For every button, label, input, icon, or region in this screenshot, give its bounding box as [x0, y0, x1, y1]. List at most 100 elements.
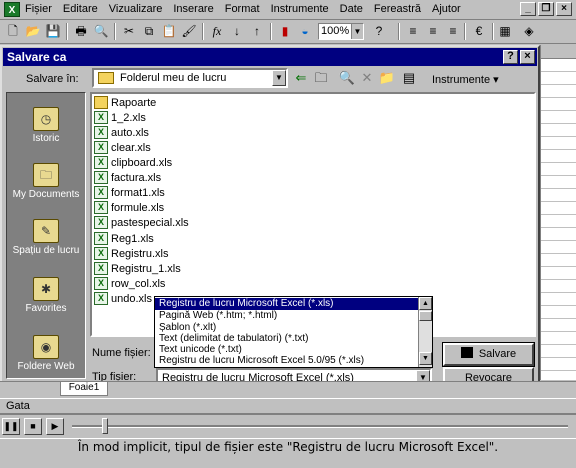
file-type-option[interactable]: Registru de lucru Microsoft Excel (*.xls…: [155, 298, 418, 310]
chevron-down-icon[interactable]: ▼: [351, 24, 363, 39]
open-icon[interactable]: 📂: [24, 23, 42, 40]
print-preview-icon[interactable]: 🔍: [92, 23, 110, 40]
places-bar: ◷ Istoric 🗀 My Documents ✎ Spațiu de luc…: [6, 92, 86, 379]
folder-icon: [94, 96, 108, 109]
minimize-icon[interactable]: _: [520, 2, 536, 16]
scroll-down-icon[interactable]: ▼: [419, 352, 432, 365]
help-button[interactable]: ?: [503, 50, 518, 64]
tools-label: Instrumente: [432, 74, 491, 86]
progress-thumb[interactable]: [101, 418, 108, 434]
list-item[interactable]: Xformat1.xls: [94, 185, 165, 200]
list-item[interactable]: Xundo.xls: [94, 291, 152, 306]
file-name: clear.xls: [111, 141, 151, 154]
cut-icon[interactable]: ✂: [120, 23, 138, 40]
save-icon[interactable]: 💾: [44, 23, 62, 40]
menu-tools[interactable]: Instrumente: [271, 3, 329, 15]
file-name: Reg1.xls: [111, 232, 154, 245]
menu-window[interactable]: Fereastră: [374, 3, 421, 15]
close-button[interactable]: ×: [520, 50, 535, 64]
list-item[interactable]: Xclipboard.xls: [94, 155, 172, 170]
list-item[interactable]: X Registru_1.xls: [94, 261, 181, 276]
help-icon[interactable]: ?: [370, 23, 388, 40]
zoom-select[interactable]: 100% ▼: [318, 23, 364, 40]
back-icon[interactable]: ⇐: [292, 69, 310, 87]
menu-data[interactable]: Date: [340, 3, 363, 15]
format-painter-icon[interactable]: 🖌: [180, 23, 198, 40]
list-item[interactable]: Xclear.xls: [94, 140, 151, 155]
sort-descending-icon[interactable]: ↑: [248, 23, 266, 40]
tab-sheet1[interactable]: Foaie1: [60, 382, 108, 396]
toolbar-separator: [114, 23, 116, 40]
menu-insert[interactable]: Inserare: [173, 3, 213, 15]
up-folder-icon[interactable]: 🗀: [312, 69, 330, 87]
file-type-option[interactable]: Pagină Web (*.htm; *.html): [155, 310, 418, 322]
align-right-icon[interactable]: ≡: [444, 23, 462, 40]
copy-icon[interactable]: ⧉: [140, 23, 158, 40]
borders-icon[interactable]: ▦: [496, 23, 514, 40]
list-item[interactable]: Xfactura.xls: [94, 170, 161, 185]
my-documents-icon: 🗀: [33, 163, 59, 187]
dropdown-scrollbar[interactable]: ▲ ▼: [418, 297, 432, 367]
excel-icon[interactable]: X: [4, 2, 20, 17]
list-item[interactable]: X 1_2.xls: [94, 110, 146, 125]
worksheet-grid: [540, 45, 576, 380]
tools-menu[interactable]: Instrumente ▾: [432, 73, 499, 86]
drawing-icon[interactable]: ◒: [296, 23, 314, 40]
list-item[interactable]: X Reg1.xls: [94, 231, 154, 246]
delete-icon[interactable]: ✕: [358, 69, 376, 87]
scroll-up-icon[interactable]: ▲: [419, 297, 432, 310]
print-icon[interactable]: 🖶: [72, 23, 90, 40]
views-icon[interactable]: ▤: [400, 69, 418, 87]
toolbar-separator: [398, 23, 400, 40]
place-label: Spațiu de lucru: [12, 245, 80, 256]
chart-wizard-icon[interactable]: ▮: [276, 23, 294, 40]
list-item[interactable]: X Registru.xls: [94, 246, 168, 261]
paste-icon[interactable]: 📋: [160, 23, 178, 40]
place-favorites[interactable]: ✱ Favorites: [7, 277, 85, 314]
place-label: Foldere Web: [17, 361, 75, 372]
save-in-select[interactable]: Folderul meu de lucru ▼: [92, 68, 288, 88]
align-center-icon[interactable]: ≡: [424, 23, 442, 40]
list-item[interactable]: Xauto.xls: [94, 125, 149, 140]
list-item[interactable]: Xformule.xls: [94, 200, 164, 215]
column-header: [541, 45, 576, 59]
dialog-titlebar: Salvare ca ? ×: [3, 48, 537, 66]
file-name: format1.xls: [111, 186, 165, 199]
place-history[interactable]: ◷ Istoric: [7, 107, 85, 144]
pause-icon[interactable]: ❚❚: [2, 418, 20, 435]
scroll-thumb[interactable]: [419, 311, 432, 321]
close-icon[interactable]: ×: [556, 2, 572, 16]
align-left-icon[interactable]: ≡: [404, 23, 422, 40]
menu-format[interactable]: Format: [225, 3, 260, 15]
file-type-dropdown: Registru de lucru Microsoft Excel (*.xls…: [154, 296, 433, 368]
new-folder-icon[interactable]: 📁: [378, 69, 396, 87]
new-icon[interactable]: 🗋: [4, 23, 22, 40]
euro-icon[interactable]: €: [470, 23, 488, 40]
file-type-option[interactable]: Registru de lucru Microsoft Excel 5.0/95…: [155, 355, 418, 367]
function-icon[interactable]: fx: [208, 23, 226, 40]
search-web-icon[interactable]: 🔍: [338, 69, 356, 87]
menu-view[interactable]: Vizualizare: [109, 3, 163, 15]
place-desktop[interactable]: ✎ Spațiu de lucru: [7, 219, 85, 256]
list-item[interactable]: Rapoarte: [94, 95, 156, 110]
progress-track[interactable]: [72, 425, 568, 428]
place-my-documents[interactable]: 🗀 My Documents: [7, 163, 85, 200]
stop-icon[interactable]: ■: [24, 418, 42, 435]
place-web-folders[interactable]: ◉ Foldere Web: [7, 335, 85, 372]
menu-file[interactable]: Fișier: [25, 3, 52, 15]
menu-edit[interactable]: Editare: [63, 3, 98, 15]
list-item[interactable]: Xrow_col.xls: [94, 276, 165, 291]
fill-color-icon[interactable]: ◈: [520, 23, 538, 40]
list-item[interactable]: Xpastespecial.xls: [94, 215, 189, 230]
excel-file-icon: X: [94, 277, 108, 290]
excel-file-icon: X: [94, 141, 108, 154]
menu-help[interactable]: Ajutor: [432, 3, 461, 15]
save-button[interactable]: Salvare: [442, 342, 535, 367]
play-icon[interactable]: ▶: [46, 418, 64, 435]
desktop-icon: ✎: [33, 219, 59, 243]
place-label: My Documents: [12, 189, 80, 200]
restore-icon[interactable]: ❐: [538, 2, 554, 16]
save-in-label: Salvare în:: [26, 73, 79, 85]
chevron-down-icon[interactable]: ▼: [272, 70, 286, 86]
sort-ascending-icon[interactable]: ↓: [228, 23, 246, 40]
